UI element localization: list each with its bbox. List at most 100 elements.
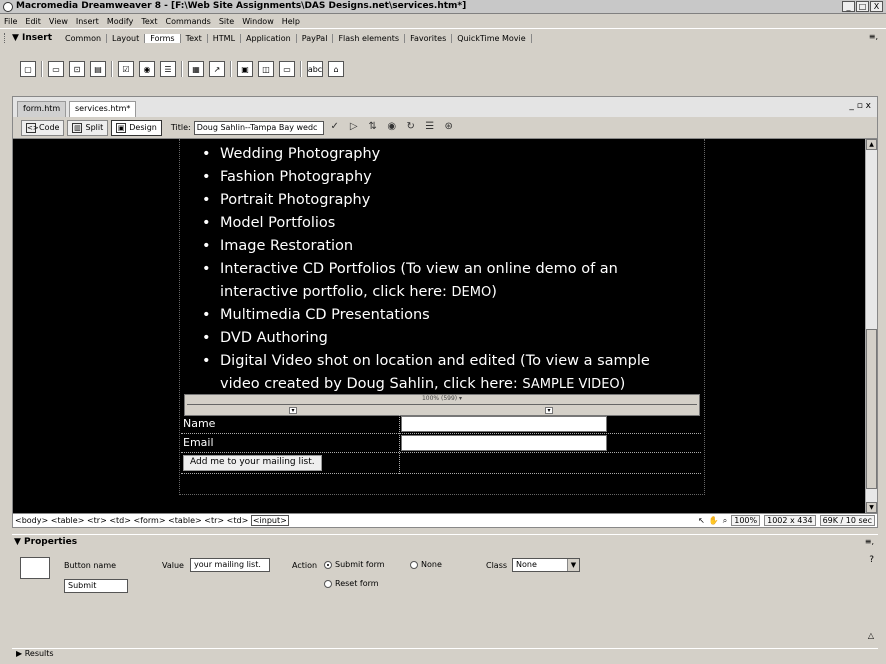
menu-insert[interactable]: Insert [76,17,99,26]
insert-bar-label[interactable]: ▼ Insert [12,33,52,43]
window-size-select[interactable]: 1002 x 434 [764,515,816,526]
service-text: Image Restoration [220,238,354,254]
insert-tab-layout[interactable]: Layout [107,33,146,43]
menu-site[interactable]: Site [219,17,234,26]
selected-tag[interactable]: <input> [250,515,289,526]
collapse-arrow-icon[interactable]: △ [868,631,874,640]
button-name-input[interactable]: Submit [64,579,128,593]
action-reset-label: Reset form [335,579,379,588]
menu-window[interactable]: Window [242,17,274,26]
mailing-list-form: Name Email Add me to your mailing list. [181,415,701,474]
code-view-button[interactable]: <> Code [21,119,65,136]
hand-tool-icon[interactable]: ✋ [709,516,719,525]
column-menu-chevron-icon[interactable]: ▾ [289,407,297,414]
action-reset-radio[interactable]: Reset form [324,579,379,588]
refresh-icon[interactable]: ↻ [403,121,419,135]
demo-link[interactable]: DEMO [452,285,492,300]
menu-commands[interactable]: Commands [166,17,211,26]
insert-tab-application[interactable]: Application [241,33,297,43]
insert-tab-common[interactable]: Common [60,33,108,43]
label-icon[interactable]: abc [307,61,323,77]
tag-selector[interactable]: <body> <table> <tr> <td> <form> <table> … [15,515,289,526]
insert-tab-quicktime-movie[interactable]: QuickTime Movie [452,33,532,43]
action-submit-radio[interactable]: Submit form [324,560,385,569]
panel-options-icon[interactable]: ≡, [865,537,874,546]
mailing-list-submit-button[interactable]: Add me to your mailing list. [183,455,322,471]
radio-group-icon[interactable]: ☰ [160,61,176,77]
insert-tab-text[interactable]: Text [181,33,208,43]
menu-view[interactable]: View [49,17,68,26]
validate-markup-icon[interactable]: ▷ [346,121,362,135]
minimize-button[interactable]: _ [842,1,855,12]
insert-tab-favorites[interactable]: Favorites [405,33,453,43]
view-options-icon[interactable]: ☰ [422,121,438,135]
design-view-button[interactable]: ▣ Design [111,119,162,136]
menu-edit[interactable]: Edit [25,17,41,26]
scroll-up-arrow-icon[interactable]: ▲ [866,139,877,150]
image-field-icon[interactable]: ▣ [237,61,253,77]
properties-panel: ▼ Properties ≡, Button name Submit Value… [12,534,878,646]
tag-path[interactable]: <body> <table> <tr> <td> <form> <table> … [15,516,248,525]
service-item: Digital Video shot on location and edite… [200,350,680,396]
textarea-icon[interactable]: ▤ [90,61,106,77]
menu-help[interactable]: Help [282,17,300,26]
maximize-button[interactable]: □ [856,1,869,12]
radio-unchecked-icon [410,560,418,569]
doc-tab-form-htm[interactable]: form.htm [17,101,67,117]
menu-file[interactable]: File [4,17,17,26]
page-title-input[interactable]: Doug Sahlin--Tampa Bay wedc [193,120,324,135]
zoom-tool-icon[interactable]: ⌕ [723,516,727,526]
vertical-scrollbar[interactable]: ▲ ▼ [865,139,877,513]
hidden-field-icon[interactable]: ⊡ [69,61,85,77]
text-field-icon[interactable]: ▭ [48,61,64,77]
table-width-label[interactable]: 100% (599) ▾ [185,395,699,402]
class-select[interactable]: None ▼ [512,558,580,572]
properties-header[interactable]: ▼ Properties [14,537,77,547]
file-field-icon[interactable]: ◫ [258,61,274,77]
panel-options-icon[interactable]: ≡, [869,32,878,41]
insert-tab-flash-elements[interactable]: Flash elements [333,33,406,43]
panel-grip-icon[interactable] [4,33,8,43]
results-panel[interactable]: ▶ Results [12,648,878,662]
scroll-down-arrow-icon[interactable]: ▼ [866,502,877,513]
service-text: Model Portfolios [220,215,336,231]
fieldset-icon[interactable]: ⌂ [328,61,344,77]
document-window-controls[interactable]: _ ▫ x [849,101,871,111]
results-label[interactable]: ▶ Results [16,649,54,658]
select-tool-icon[interactable]: ↖ [698,516,705,525]
menu-modify[interactable]: Modify [107,17,134,26]
column-menu-chevron-icon[interactable]: ▾ [545,407,553,414]
doc-tab-services-htm[interactable]: services.htm* [69,101,137,117]
table-width-ruler[interactable]: 100% (599) ▾ ▾ ▾ [184,394,700,416]
file-management-icon[interactable]: ⇅ [365,121,381,135]
list-menu-icon[interactable]: ▦ [188,61,204,77]
button-icon[interactable]: ▭ [279,61,295,77]
sample-video-link[interactable]: SAMPLE VIDEO [522,377,619,392]
checkbox-icon[interactable]: ☑ [118,61,134,77]
insert-tab-paypal[interactable]: PayPal [297,33,334,43]
code-view-label: Code [39,123,60,132]
close-button[interactable]: X [870,1,883,12]
insert-tab-html[interactable]: HTML [208,33,242,43]
scrollbar-thumb[interactable] [866,329,877,489]
zoom-select[interactable]: 100% [731,515,761,526]
design-canvas[interactable]: Wedding Photography Fashion Photography … [13,139,865,513]
email-input[interactable] [401,435,607,451]
value-input[interactable]: your mailing list. [190,558,270,572]
action-none-radio[interactable]: None [410,560,442,569]
service-text: Multimedia CD Presentations [220,307,430,323]
jump-menu-icon[interactable]: ↗ [209,61,225,77]
radio-button-icon[interactable]: ◉ [139,61,155,77]
insert-tab-forms[interactable]: Forms [145,33,181,43]
browser-check-icon[interactable]: ✓ [327,121,343,135]
preview-in-browser-icon[interactable]: ◉ [384,121,400,135]
split-view-button[interactable]: ▥ Split [67,119,109,136]
help-icon[interactable]: ? [869,555,874,565]
download-size: 69K / 10 sec [819,515,875,526]
visual-aids-icon[interactable]: ⊛ [441,121,457,135]
toolbar-separator [111,61,113,77]
button-name-label: Button name [64,561,117,570]
form-icon[interactable]: ▢ [20,61,36,77]
name-input[interactable] [401,416,607,432]
menu-text[interactable]: Text [141,17,157,26]
